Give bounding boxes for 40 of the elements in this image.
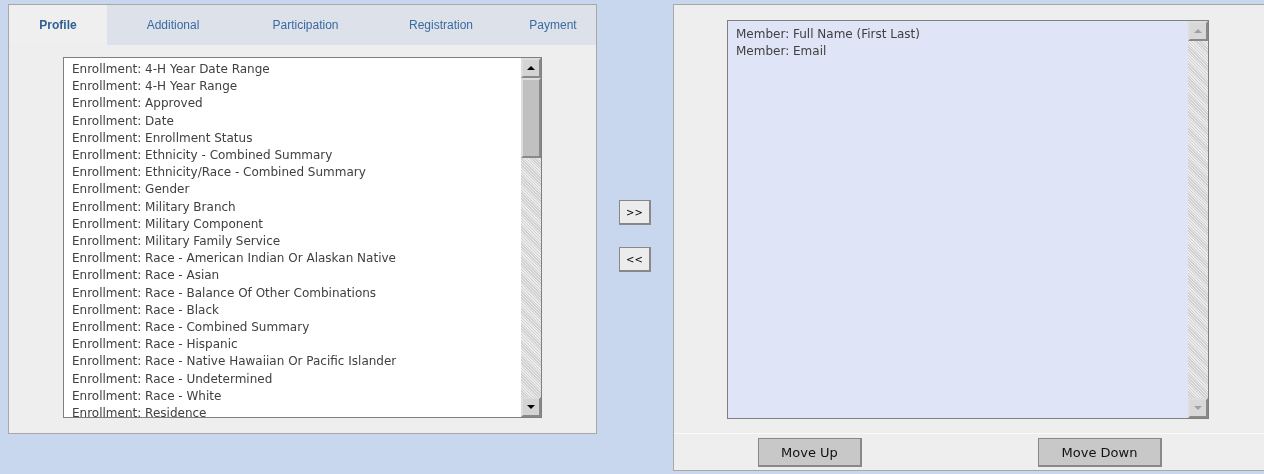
- list-item[interactable]: Enrollment: Military Component: [72, 215, 521, 234]
- scroll-thumb[interactable]: [521, 78, 541, 158]
- list-item[interactable]: Enrollment: Military Branch: [72, 198, 521, 216]
- list-item[interactable]: Enrollment: Military Family Service: [72, 233, 521, 251]
- scroll-down-icon[interactable]: [521, 397, 541, 417]
- list-item[interactable]: Enrollment: 4-H Year Range: [72, 78, 521, 96]
- list-item[interactable]: Enrollment: Gender: [72, 181, 521, 199]
- list-item[interactable]: Enrollment: Race - Balance Of Other Combinations: [72, 284, 521, 302]
- list-item[interactable]: Enrollment: Approved: [72, 95, 521, 113]
- list-item[interactable]: Enrollment: Residence: [72, 405, 521, 417]
- scrollbar[interactable]: [521, 58, 541, 417]
- list-item[interactable]: Enrollment: Race - American Indian Or Alaskan Native: [72, 250, 521, 268]
- list-item[interactable]: Enrollment: Race - White: [72, 387, 521, 406]
- selected-fields-list[interactable]: Member: Full Name (First Last) Member: Email: [727, 20, 1209, 419]
- move-button[interactable]: Move Down: [1038, 438, 1162, 467]
- list-item[interactable]: Enrollment: Race - Native Hawaiian Or Pacific Islander: [72, 353, 521, 371]
- list-item[interactable]: Enrollment: Race - Undetermined: [72, 370, 521, 388]
- move-button[interactable]: Move Up: [758, 438, 862, 467]
- tab[interactable]: Registration: [372, 5, 510, 45]
- scroll-up-icon: [1188, 21, 1208, 41]
- list-item[interactable]: Enrollment: Race - Asian: [72, 267, 521, 285]
- transfer-button[interactable]: >>: [619, 200, 651, 225]
- list-item[interactable]: Enrollment: Ethnicity - Combined Summary: [72, 147, 521, 165]
- list-item[interactable]: Enrollment: Ethnicity/Race - Combined Summary: [72, 164, 521, 182]
- transfer-button[interactable]: <<: [619, 247, 651, 272]
- tab[interactable]: Profile: [9, 5, 107, 45]
- list-item[interactable]: Enrollment: Race - Combined Summary: [72, 319, 521, 337]
- tab[interactable]: Additional: [107, 5, 239, 45]
- list-item[interactable]: Member: Full Name (First Last): [736, 26, 1188, 44]
- scroll-down-icon: [1188, 398, 1208, 418]
- tab[interactable]: Payment: [510, 5, 596, 45]
- scroll-up-icon[interactable]: [521, 58, 541, 78]
- tab[interactable]: Participation: [239, 5, 372, 45]
- list-item[interactable]: Enrollment: Enrollment Status: [72, 129, 521, 147]
- list-item[interactable]: Enrollment: 4-H Year Date Range: [72, 61, 521, 79]
- list-item[interactable]: Enrollment: Date: [72, 112, 521, 130]
- list-item[interactable]: Enrollment: Race - Black: [72, 301, 521, 320]
- list-item[interactable]: Enrollment: Race - Hispanic: [72, 336, 521, 354]
- list-item[interactable]: Member: Email: [736, 43, 1188, 61]
- available-fields-list[interactable]: [63, 57, 542, 418]
